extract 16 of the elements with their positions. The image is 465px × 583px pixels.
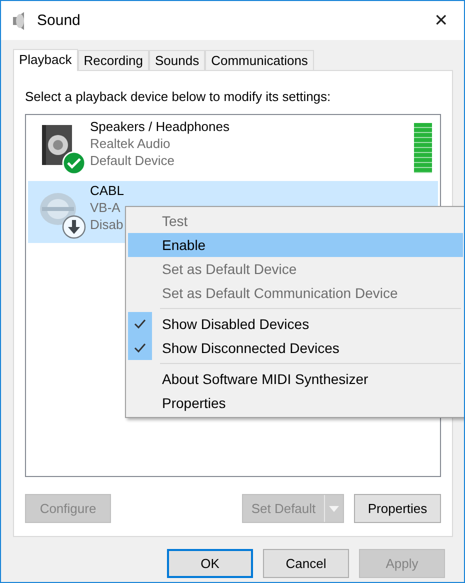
device-status: Disab: [90, 216, 124, 233]
menu-item-label: Test: [162, 213, 188, 229]
menu-item-label: Show Disconnected Devices: [162, 340, 340, 356]
menu-item-label: Enable: [162, 237, 206, 253]
instruction-text: Select a playback device below to modify its settings:: [25, 89, 332, 104]
device-status: Default Device: [90, 152, 175, 169]
menu-item-label: Set as Default Communication Device: [162, 285, 398, 301]
device-name: Speakers / Headphones: [90, 118, 230, 135]
menu-item-label: Show Disabled Devices: [162, 316, 310, 332]
device-name: CABL: [90, 182, 124, 199]
window-title: Sound: [37, 12, 82, 29]
menu-item-label: About Software MIDI Synthesizer: [162, 371, 368, 387]
menu-item-label: Set as Default Device: [162, 261, 297, 277]
menu-item-label: Properties: [162, 395, 226, 411]
device-driver: VB-A: [90, 199, 120, 216]
device-driver: Realtek Audio: [90, 135, 170, 152]
